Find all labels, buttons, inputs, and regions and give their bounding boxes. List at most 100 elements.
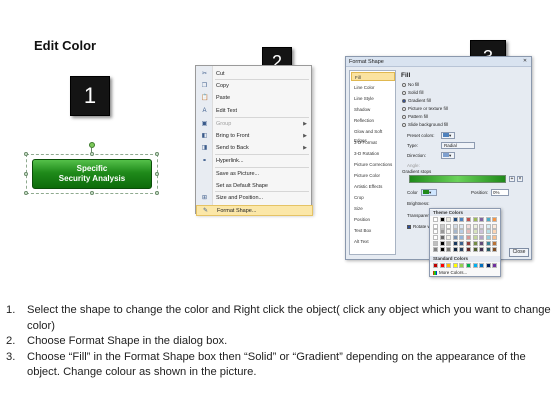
category-item[interactable]: Picture Corrections (351, 160, 395, 169)
theme-color-swatch[interactable] (466, 247, 471, 252)
theme-color-swatch[interactable] (472, 235, 478, 240)
standard-color-swatch[interactable] (433, 263, 438, 268)
category-item[interactable]: Line Style (351, 94, 395, 103)
theme-color-swatch[interactable] (433, 217, 438, 222)
standard-color-swatch[interactable] (485, 263, 491, 268)
gradient-stop-bar[interactable] (409, 175, 506, 183)
resize-handle[interactable] (155, 191, 159, 195)
color-dropdown[interactable]: ▾ (421, 189, 437, 196)
theme-color-swatch[interactable] (452, 229, 458, 234)
theme-color-swatch[interactable] (439, 247, 445, 252)
context-menu-item[interactable]: ❐ Copy (196, 81, 313, 92)
theme-color-swatch[interactable] (446, 247, 452, 252)
context-menu-item[interactable]: 📋 Paste (196, 93, 313, 104)
category-item[interactable]: Glow and Soft Edges (351, 127, 395, 143)
theme-color-swatch[interactable] (466, 229, 471, 234)
theme-color-swatch[interactable] (452, 241, 458, 246)
theme-color-swatch[interactable] (472, 247, 478, 252)
close-button[interactable]: Close (509, 248, 529, 257)
category-item[interactable]: 3-D Format (351, 138, 395, 147)
fill-option-radio[interactable]: Picture or texture fill (402, 106, 448, 112)
fill-option-radio[interactable]: Solid fill (402, 90, 424, 96)
theme-color-swatch[interactable] (452, 247, 458, 252)
add-stop-icon[interactable]: + (509, 176, 515, 182)
theme-color-swatch[interactable] (485, 241, 491, 246)
category-item[interactable]: 3-D Rotation (351, 149, 395, 158)
resize-handle[interactable] (24, 152, 28, 156)
theme-color-swatch[interactable] (472, 229, 478, 234)
position-input[interactable]: 0% (491, 189, 509, 196)
standard-color-swatch[interactable] (466, 263, 471, 268)
theme-color-swatch[interactable] (485, 217, 491, 222)
theme-color-swatch[interactable] (492, 235, 498, 240)
resize-handle[interactable] (90, 191, 94, 195)
direction-dropdown[interactable]: ▾ (441, 152, 455, 159)
resize-handle[interactable] (24, 191, 28, 195)
context-menu-item[interactable]: A Edit Text (196, 106, 313, 117)
theme-color-swatch[interactable] (492, 241, 498, 246)
more-colors-item[interactable]: More Colors... (433, 270, 467, 276)
category-item[interactable]: Size (351, 204, 395, 213)
context-menu-item[interactable]: ⚭ Hyperlink... (196, 156, 313, 167)
theme-color-swatch[interactable] (439, 229, 445, 234)
context-menu-item[interactable]: ⊞ Size and Position... (196, 193, 313, 204)
rotation-handle[interactable] (89, 142, 95, 148)
remove-stop-icon[interactable]: × (517, 176, 523, 182)
theme-color-swatch[interactable] (446, 229, 452, 234)
category-item[interactable]: Crop (351, 193, 395, 202)
theme-color-swatch[interactable] (459, 229, 465, 234)
fill-option-radio[interactable]: No fill (402, 82, 419, 88)
theme-color-swatch[interactable] (459, 247, 465, 252)
theme-color-swatch[interactable] (472, 241, 478, 246)
theme-color-swatch[interactable] (492, 229, 498, 234)
type-dropdown[interactable]: Radial (441, 142, 475, 149)
theme-color-swatch[interactable] (472, 217, 478, 222)
standard-color-swatch[interactable] (472, 263, 478, 268)
standard-color-swatch[interactable] (446, 263, 452, 268)
category-item[interactable]: Text Box (351, 226, 395, 235)
category-item[interactable]: Fill (351, 72, 395, 81)
standard-color-swatch[interactable] (492, 263, 498, 268)
theme-color-swatch[interactable] (459, 235, 465, 240)
resize-handle[interactable] (90, 152, 94, 156)
close-icon[interactable]: ✕ (521, 58, 529, 65)
fill-option-radio[interactable]: Slide background fill (402, 122, 448, 128)
category-item[interactable]: Shadow (351, 105, 395, 114)
standard-color-swatch[interactable] (439, 263, 445, 268)
theme-color-swatch[interactable] (479, 247, 485, 252)
standard-color-swatch[interactable] (459, 263, 465, 268)
theme-color-swatch[interactable] (433, 247, 438, 252)
resize-handle[interactable] (155, 172, 159, 176)
resize-handle[interactable] (24, 172, 28, 176)
context-menu-item[interactable]: ◨ Send to Back ▶ (196, 143, 313, 154)
theme-color-swatch[interactable] (446, 241, 452, 246)
theme-color-swatch[interactable] (439, 241, 445, 246)
category-item[interactable]: Alt Text (351, 237, 395, 246)
theme-color-swatch[interactable] (446, 235, 452, 240)
category-item[interactable]: Position (351, 215, 395, 224)
theme-color-swatch[interactable] (433, 235, 438, 240)
theme-color-swatch[interactable] (492, 247, 498, 252)
resize-handle[interactable] (155, 152, 159, 156)
theme-color-swatch[interactable] (479, 235, 485, 240)
context-menu-item[interactable]: ◧ Bring to Front ▶ (196, 131, 313, 142)
theme-color-swatch[interactable] (485, 229, 491, 234)
fill-option-radio[interactable]: Pattern fill (402, 114, 428, 120)
category-item[interactable]: Reflection (351, 116, 395, 125)
selected-shape[interactable]: Specific Security Analysis (24, 142, 159, 195)
theme-color-swatch[interactable] (446, 217, 452, 222)
theme-color-swatch[interactable] (452, 217, 458, 222)
theme-color-swatch[interactable] (433, 241, 438, 246)
theme-color-swatch[interactable] (439, 235, 445, 240)
theme-color-swatch[interactable] (466, 217, 471, 222)
theme-color-swatch[interactable] (492, 217, 498, 222)
context-menu-item[interactable]: ✎ Format Shape... (196, 205, 313, 216)
theme-color-swatch[interactable] (466, 235, 471, 240)
theme-color-swatch[interactable] (466, 241, 471, 246)
category-item[interactable]: Picture Color (351, 171, 395, 180)
theme-color-swatch[interactable] (459, 217, 465, 222)
theme-color-swatch[interactable] (479, 241, 485, 246)
theme-color-swatch[interactable] (485, 247, 491, 252)
theme-color-swatch[interactable] (485, 235, 491, 240)
category-item[interactable]: Line Color (351, 83, 395, 92)
